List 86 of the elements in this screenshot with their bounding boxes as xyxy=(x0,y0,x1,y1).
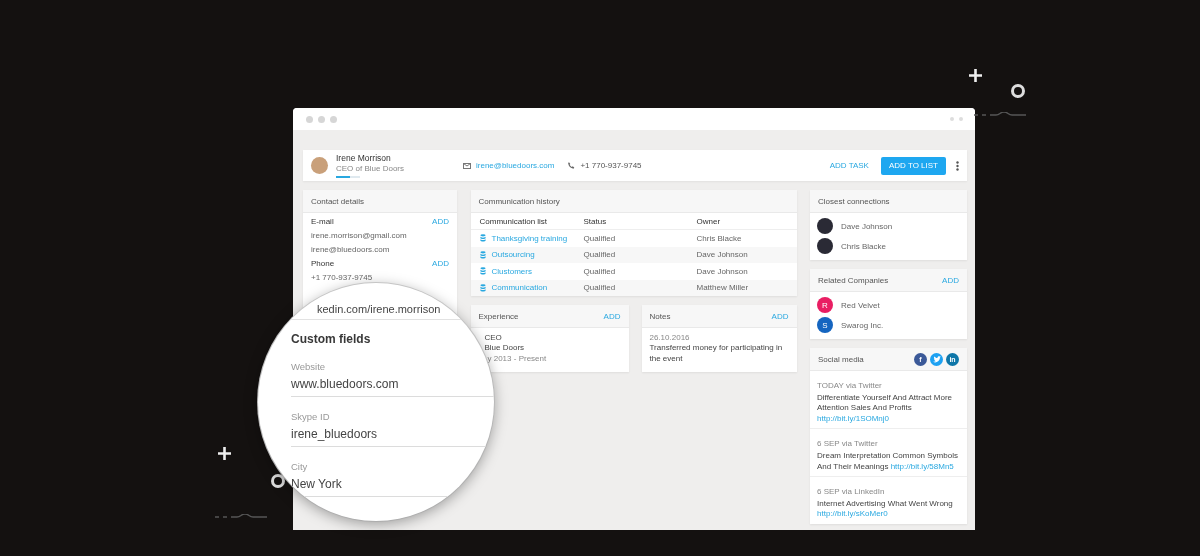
card-title: Contact details xyxy=(311,196,364,206)
status-cell: Qualified xyxy=(583,283,616,293)
card-title: Notes xyxy=(649,311,671,321)
contact-title: CEO of Blue Doors xyxy=(336,164,405,173)
card-title: Social media xyxy=(818,354,864,364)
owner-cell: Matthew Miller xyxy=(696,283,749,293)
window-dot-icon xyxy=(306,115,313,123)
card-title: Related Companies xyxy=(818,275,889,285)
post-meta: 6 SEP via LinkedIn xyxy=(817,486,885,496)
status-cell: Qualified xyxy=(583,250,616,260)
more-options-icon[interactable] xyxy=(956,160,959,171)
company-name[interactable]: Swarog Inc. xyxy=(841,320,884,330)
phone-number: +1 770-937-9745 xyxy=(580,161,642,170)
avatar-circle xyxy=(817,238,833,254)
field-value: irene_bluedoors xyxy=(291,427,378,441)
post-text: Internet Advertising What Went Wrong http://bit.ly/sKoMer0 xyxy=(817,498,954,520)
person-name[interactable]: Dave Johnson xyxy=(841,221,893,231)
list-link[interactable]: Communication xyxy=(491,283,548,293)
window-dot-icon xyxy=(959,117,963,121)
avatar-circle xyxy=(817,218,833,234)
phone-icon xyxy=(568,162,576,169)
list-link[interactable]: Clustomers xyxy=(491,266,532,276)
column-header: Owner xyxy=(696,216,722,226)
list-link[interactable]: Outsourcing xyxy=(491,250,535,260)
post-meta: TODAY via Twitter xyxy=(817,381,882,390)
profile-link-text: kedin.com/irene.morrison xyxy=(317,303,441,316)
status-cell: Qualified xyxy=(583,233,616,243)
window-dot-icon xyxy=(318,115,325,123)
card-title: Closest connections xyxy=(818,196,890,206)
envelope-icon xyxy=(463,162,471,169)
database-icon xyxy=(479,250,486,259)
plus-icon xyxy=(969,69,982,82)
card-title: Experience xyxy=(478,311,519,321)
field-label: Phone xyxy=(311,258,335,269)
company-name[interactable]: Red Velvet xyxy=(841,300,880,310)
list-link[interactable]: Thanksgiving training xyxy=(491,233,568,243)
field-value: irene.morrison@gmail.com xyxy=(311,230,407,241)
post-text: Dream Interpretation Common Symbols And Their Meanings http://bit.ly/58Mn5 xyxy=(817,451,959,472)
field-label: Skype ID xyxy=(291,411,330,422)
plus-icon xyxy=(218,447,231,460)
field-value: www.bluedoors.com xyxy=(291,377,399,391)
add-link[interactable]: ADD xyxy=(432,216,449,227)
company-name: Blue Doors xyxy=(484,343,525,353)
add-to-list-button[interactable]: ADD TO LIST xyxy=(880,156,946,175)
owner-cell: Dave Johnson xyxy=(696,266,748,276)
date-range: y 2013 - Present xyxy=(487,353,547,363)
card-title: Communication history xyxy=(478,196,560,206)
window-dot-icon xyxy=(950,117,954,121)
person-name[interactable]: Chris Blacke xyxy=(841,241,886,251)
status-cell: Qualified xyxy=(583,266,616,276)
add-button[interactable]: ADD xyxy=(771,311,789,321)
database-icon xyxy=(479,234,486,243)
field-label: E-mail xyxy=(311,216,334,227)
post-text: Differentiate Yourself And Attract More Attention Sales And Profits http://bit.ly/1SOMnj0 xyxy=(817,393,954,425)
owner-cell: Dave Johnson xyxy=(696,250,748,260)
add-button[interactable]: ADD xyxy=(942,275,959,285)
note-date: 26.10.2016 xyxy=(649,333,690,342)
owner-cell: Chris Blacke xyxy=(696,233,742,243)
column-header: Status xyxy=(583,216,608,226)
field-label: City xyxy=(291,461,308,472)
avatar-circle xyxy=(311,157,328,174)
add-button[interactable]: ADD xyxy=(603,311,621,321)
column-header: Communication list xyxy=(479,216,549,226)
job-title: CEO xyxy=(484,333,502,342)
note-text: Transferred money for participating in the event xyxy=(649,343,783,363)
section-title: Custom fields xyxy=(291,332,371,346)
contact-name: Irene Morrison xyxy=(336,153,392,163)
field-value: irene@bluedoors.com xyxy=(311,244,390,255)
ring-icon xyxy=(1010,83,1026,99)
bird-icon[interactable] xyxy=(930,352,943,366)
ring-icon xyxy=(270,473,286,489)
company-initial-badge: R xyxy=(817,297,833,313)
email-link[interactable]: irene@bluedoors.com xyxy=(476,161,555,170)
post-link[interactable]: http://bit.ly/1SOMnj0 xyxy=(817,413,890,423)
post-link[interactable]: http://bit.ly/58Mn5 xyxy=(890,461,954,471)
window-dot-icon xyxy=(330,115,337,123)
database-icon xyxy=(479,283,486,292)
field-value: +1 770-937-9745 xyxy=(311,272,373,283)
add-task-link[interactable]: ADD TASK xyxy=(829,161,869,170)
field-label: Website xyxy=(291,361,326,372)
company-initial-badge: S xyxy=(817,317,833,333)
add-link[interactable]: ADD xyxy=(432,258,449,269)
post-link[interactable]: http://bit.ly/sKoMer0 xyxy=(817,509,888,519)
database-icon xyxy=(479,267,486,276)
field-value: New York xyxy=(291,477,342,491)
post-meta: 6 SEP via Twitter xyxy=(817,439,878,449)
